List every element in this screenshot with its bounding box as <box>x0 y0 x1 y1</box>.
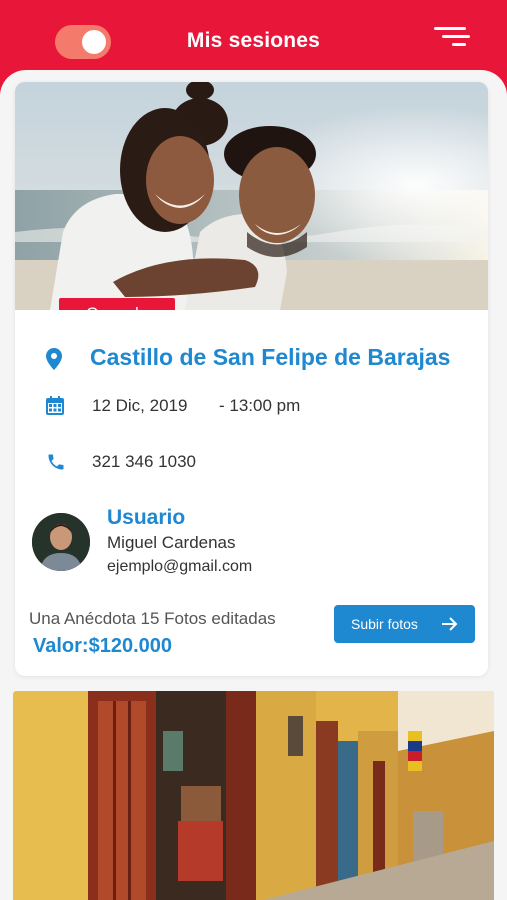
session-photo: Cancela <box>15 82 488 310</box>
user-label: Usuario <box>107 506 186 529</box>
package-description: Una Anécdota 15 Fotos editadas <box>29 609 276 628</box>
page-title: Mis sesiones <box>186 29 321 52</box>
arrow-right-icon <box>442 617 458 631</box>
phone-number[interactable]: 321 346 1030 <box>92 452 196 472</box>
status-badge: Cancela <box>59 298 175 310</box>
session-card[interactable]: Cancela Castillo de San Felipe de Baraja… <box>15 82 488 676</box>
price: Valor:$120.000 <box>33 635 172 657</box>
calendar-icon <box>46 396 64 415</box>
session-time: - 13:00 pm <box>219 396 301 415</box>
place-row: Castillo de San Felipe de Barajas <box>15 338 488 378</box>
phone-icon <box>48 454 64 470</box>
menu-line <box>434 27 466 30</box>
session-date: 12 Dic, 2019 <box>92 396 188 415</box>
menu-line <box>452 43 466 46</box>
upload-photos-button[interactable]: Subir fotos <box>334 605 475 643</box>
menu-icon[interactable] <box>432 26 472 50</box>
upload-button-label: Subir fotos <box>351 616 418 632</box>
next-session-photo[interactable] <box>13 691 494 900</box>
avatar <box>32 513 90 571</box>
sessions-panel: Cancela Castillo de San Felipe de Baraja… <box>0 70 507 900</box>
user-email: ejemplo@gmail.com <box>107 558 253 575</box>
user-name: Miguel Cardenas <box>107 533 236 552</box>
location-pin-icon <box>46 348 62 370</box>
place-name: Castillo de San Felipe de Barajas <box>90 344 451 370</box>
menu-line <box>442 35 470 38</box>
